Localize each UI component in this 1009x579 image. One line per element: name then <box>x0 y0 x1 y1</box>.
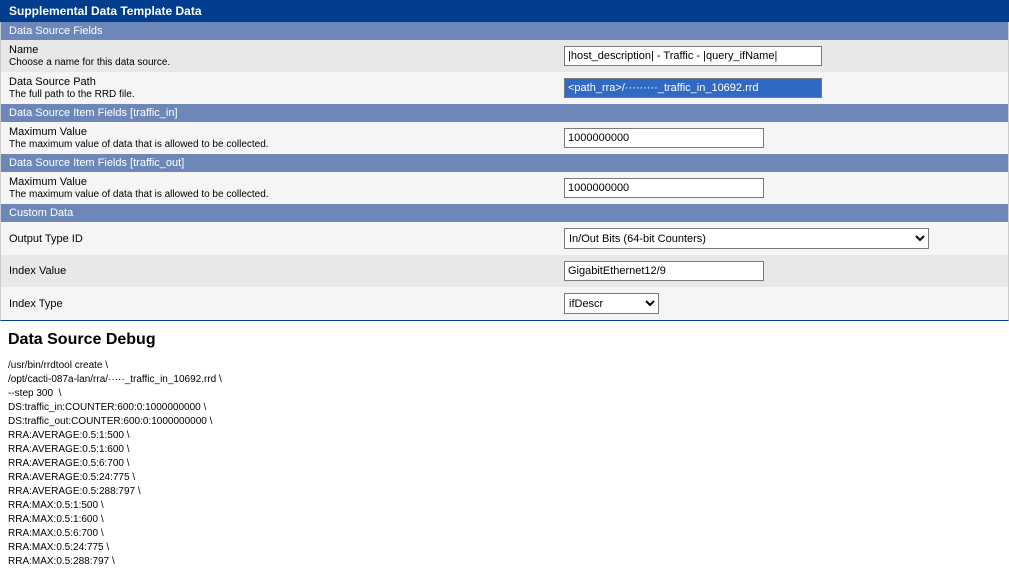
label-max-out: Maximum Value <box>9 176 564 188</box>
row-index-value: Index Value <box>0 255 1009 287</box>
label-index-value: Index Value <box>9 265 564 277</box>
debug-line: /usr/bin/rrdtool create \ <box>8 359 1001 373</box>
debug-line: DS:traffic_out:COUNTER:600:0:1000000000 … <box>8 415 1001 429</box>
desc-path: The full path to the RRD file. <box>9 89 564 100</box>
label-output-type: Output Type ID <box>9 233 564 245</box>
section-header-dsitem-out: Data Source Item Fields [traffic_out] <box>0 154 1009 172</box>
debug-line: RRA:MAX:0.5:24:775 \ <box>8 541 1001 555</box>
debug-line: RRA:AVERAGE:0.5:24:775 \ <box>8 471 1001 485</box>
debug-line: RRA:AVERAGE:0.5:6:700 \ <box>8 457 1001 471</box>
row-path: Data Source Path The full path to the RR… <box>0 72 1009 104</box>
label-index-type: Index Type <box>9 298 564 310</box>
input-name[interactable] <box>564 46 822 66</box>
input-max-in[interactable] <box>564 128 764 148</box>
debug-line: --step 300 \ <box>8 387 1001 401</box>
label-name: Name <box>9 44 564 56</box>
debug-line: RRA:MAX:0.5:6:700 \ <box>8 527 1001 541</box>
section-header-dsfields: Data Source Fields <box>0 22 1009 40</box>
row-index-type: Index Type ifDescr <box>0 287 1009 321</box>
desc-max-out: The maximum value of data that is allowe… <box>9 189 564 200</box>
section-header-main: Supplemental Data Template Data <box>0 0 1009 22</box>
label-path: Data Source Path <box>9 76 564 88</box>
debug-output: /usr/bin/rrdtool create \/opt/cacti-087a… <box>8 359 1001 569</box>
debug-line: /opt/cacti-087a-lan/rra/·····_traffic_in… <box>8 373 1001 387</box>
debug-line: DS:traffic_in:COUNTER:600:0:1000000000 \ <box>8 401 1001 415</box>
select-index-type[interactable]: ifDescr <box>564 293 659 314</box>
debug-line: RRA:MAX:0.5:1:500 \ <box>8 499 1001 513</box>
debug-line: RRA:AVERAGE:0.5:288:797 \ <box>8 485 1001 499</box>
debug-line: RRA:MAX:0.5:1:600 \ <box>8 513 1001 527</box>
desc-name: Choose a name for this data source. <box>9 57 564 68</box>
input-max-out[interactable] <box>564 178 764 198</box>
input-path[interactable] <box>564 78 822 98</box>
debug-line: RRA:AVERAGE:0.5:1:500 \ <box>8 429 1001 443</box>
section-header-dsitem-in: Data Source Item Fields [traffic_in] <box>0 104 1009 122</box>
label-max-in: Maximum Value <box>9 126 564 138</box>
debug-section: Data Source Debug /usr/bin/rrdtool creat… <box>0 321 1009 579</box>
desc-max-in: The maximum value of data that is allowe… <box>9 139 564 150</box>
debug-title: Data Source Debug <box>8 331 1001 349</box>
select-output-type[interactable]: In/Out Bits (64-bit Counters) <box>564 228 929 249</box>
row-max-in: Maximum Value The maximum value of data … <box>0 122 1009 154</box>
row-name: Name Choose a name for this data source. <box>0 40 1009 72</box>
row-max-out: Maximum Value The maximum value of data … <box>0 172 1009 204</box>
input-index-value[interactable] <box>564 261 764 281</box>
debug-line: RRA:AVERAGE:0.5:1:600 \ <box>8 443 1001 457</box>
debug-line: RRA:MAX:0.5:288:797 \ <box>8 555 1001 569</box>
section-header-custom: Custom Data <box>0 204 1009 222</box>
row-output-type: Output Type ID In/Out Bits (64-bit Count… <box>0 222 1009 255</box>
